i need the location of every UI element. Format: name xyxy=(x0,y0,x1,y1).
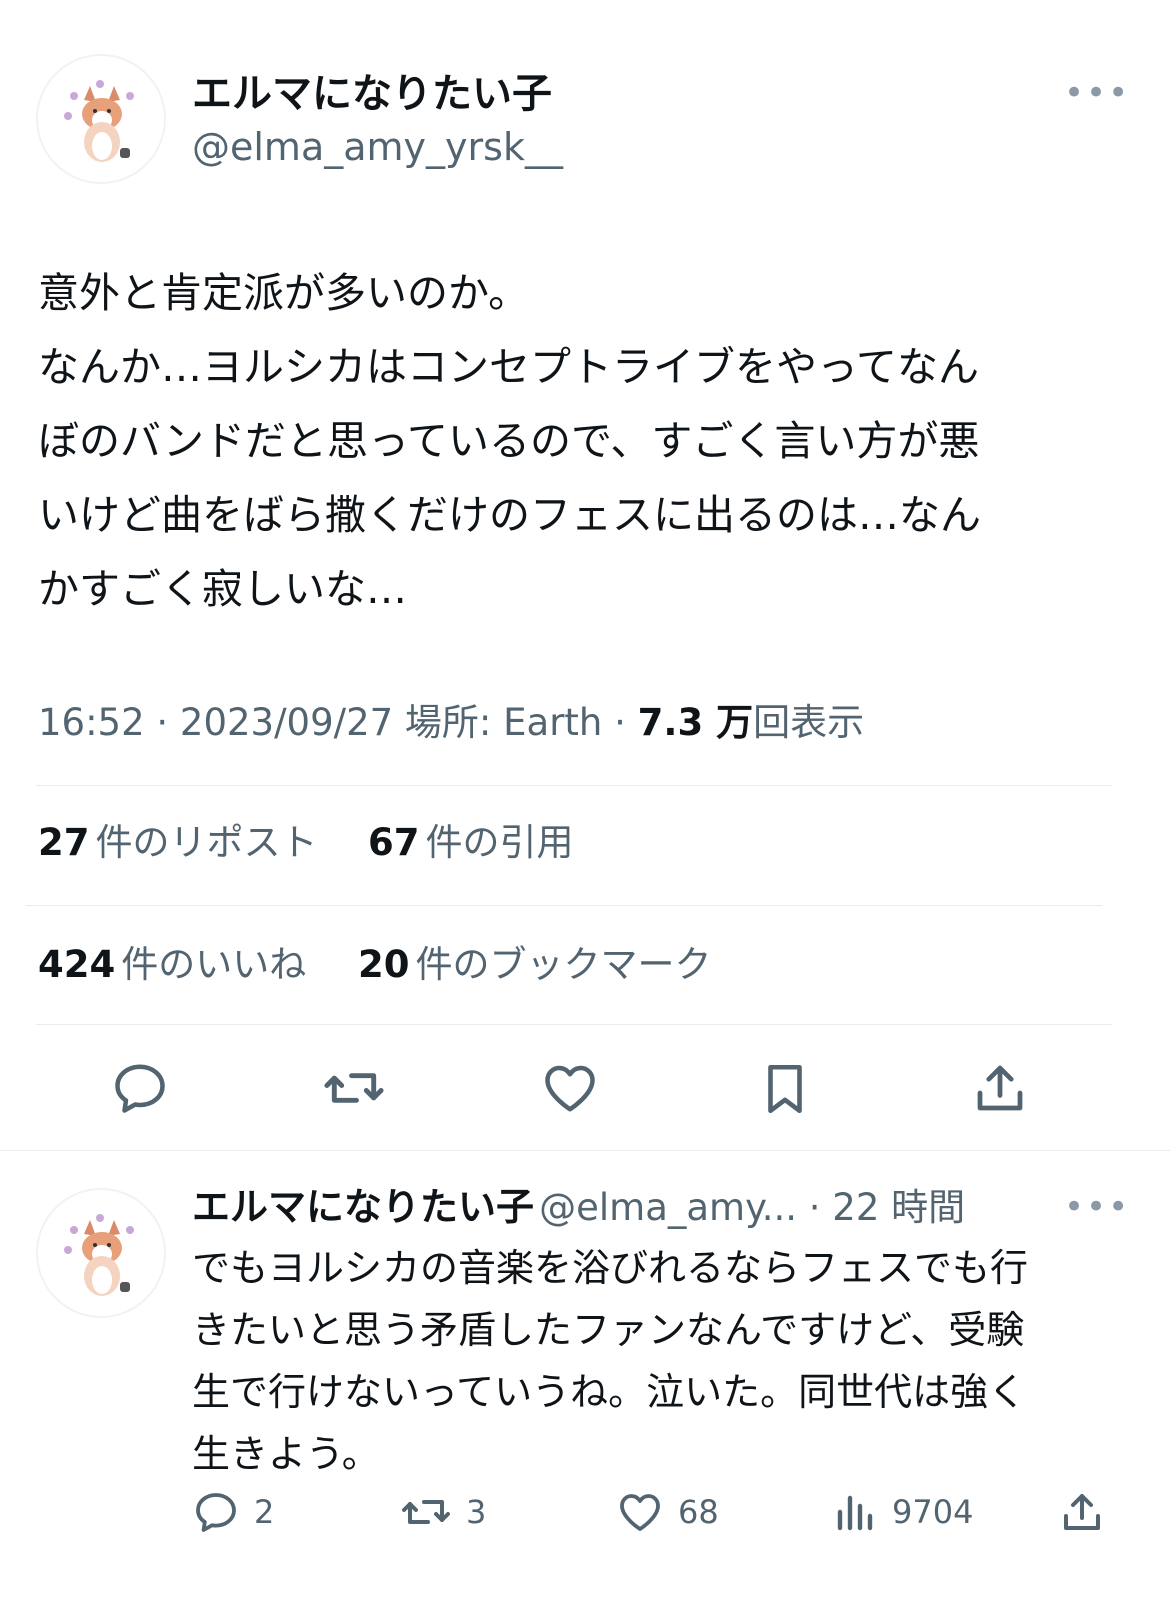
tweet-text-line: ぼのバンドだと思っているので、すごく言い方が悪 xyxy=(38,417,980,465)
reply-reply-count: 2 xyxy=(254,1493,275,1531)
reply-author-avatar[interactable] xyxy=(36,1188,166,1318)
like-button[interactable] xyxy=(540,1058,600,1122)
share-button[interactable] xyxy=(970,1058,1030,1122)
views-label: 回表示 xyxy=(753,701,865,744)
reply-time[interactable]: · 22 時間 xyxy=(797,1186,965,1229)
reply-icon xyxy=(196,1493,236,1532)
bookmark-icon xyxy=(768,1064,802,1114)
tweet-text-line: かすごく寂しいな… xyxy=(38,565,407,613)
reply-text-line: 生きよう。 xyxy=(192,1432,380,1476)
reply-more-icon[interactable]: ••• xyxy=(1064,1190,1130,1224)
tweet-meta: 16:52 · 2023/09/27 場所: Earth · 7.3 万回表示 xyxy=(38,700,864,746)
corgi-avatar-icon xyxy=(64,1214,134,1296)
reply-button[interactable] xyxy=(110,1058,170,1122)
likes-count: 424 xyxy=(38,943,116,986)
tweet-text-line: なんか…ヨルシカはコンセプトライブをやってなん xyxy=(38,343,979,391)
repost-icon xyxy=(402,1500,450,1524)
bookmark-button[interactable] xyxy=(756,1058,814,1124)
reply-like-button[interactable]: 68 xyxy=(616,1488,719,1536)
reply-author-name[interactable]: エルマになりたい子 xyxy=(192,1185,534,1229)
reply-header: エルマになりたい子 @elma_amy... · 22 時間 xyxy=(192,1184,965,1231)
reply-reply-button[interactable]: 2 xyxy=(192,1488,274,1536)
reply-views-button[interactable]: 9704 xyxy=(830,1488,973,1536)
divider xyxy=(26,905,1102,906)
analytics-icon xyxy=(837,1495,873,1531)
bookmarks-label: 件のブックマーク xyxy=(415,943,712,986)
bookmarks-count: 20 xyxy=(358,943,410,986)
reply-text-line: でもヨルシカの音楽を浴びれるならフェスでも行 xyxy=(192,1246,1029,1290)
reply-like-count: 68 xyxy=(678,1493,719,1531)
tweet-timestamp[interactable]: 16:52 · 2023/09/27 場所: Earth · xyxy=(38,701,638,744)
like-icon xyxy=(545,1065,595,1112)
tweet-text: 意外と肯定派が多いのか。 なんか…ヨルシカはコンセプトライブをやってなん ぼのバ… xyxy=(38,256,1138,626)
more-icon[interactable]: ••• xyxy=(1064,76,1130,110)
divider xyxy=(36,785,1112,786)
likes-stat[interactable]: 424 件のいいね xyxy=(38,942,306,988)
repost-icon xyxy=(324,1073,384,1103)
reposts-label: 件のリポスト xyxy=(95,821,318,864)
share-icon xyxy=(977,1065,1023,1111)
author-name[interactable]: エルマになりたい子 xyxy=(192,70,552,118)
repost-button[interactable] xyxy=(322,1058,386,1122)
quotes-stat[interactable]: 67 件の引用 xyxy=(368,820,574,866)
reposts-count: 27 xyxy=(38,821,90,864)
divider xyxy=(0,1150,1170,1151)
tweet-text-line: いけど曲をばら撒くだけのフェスに出るのは…なん xyxy=(38,491,981,539)
tweet-text-line: 意外と肯定派が多いのか。 xyxy=(38,269,530,317)
author-avatar[interactable] xyxy=(36,54,166,184)
reposts-stat[interactable]: 27 件のリポスト xyxy=(38,820,318,866)
share-icon xyxy=(1064,1494,1100,1530)
quotes-count: 67 xyxy=(368,821,420,864)
likes-label: 件のいいね xyxy=(121,943,307,986)
views-count: 7.3 万 xyxy=(637,701,754,744)
reply-icon xyxy=(115,1064,165,1113)
reply-repost-button[interactable]: 3 xyxy=(400,1488,486,1536)
reply-text-line: 生で行けないっていうね。泣いた。同世代は強く xyxy=(192,1370,1027,1414)
reply-share-button[interactable] xyxy=(1058,1488,1106,1536)
like-icon xyxy=(620,1494,660,1531)
reply-text-line: きたいと思う矛盾したファンなんですけど、受験 xyxy=(192,1308,1025,1352)
reply-view-count: 9704 xyxy=(892,1493,974,1531)
bookmarks-stat[interactable]: 20 件のブックマーク xyxy=(358,942,712,988)
quotes-label: 件の引用 xyxy=(425,821,574,864)
reply-author-handle[interactable]: @elma_amy... xyxy=(539,1186,797,1229)
corgi-avatar-icon xyxy=(64,80,134,162)
divider xyxy=(36,1024,1112,1025)
reply-text: でもヨルシカの音楽を浴びれるならフェスでも行 きたいと思う矛盾したファンなんです… xyxy=(192,1237,1142,1485)
reply-repost-count: 3 xyxy=(466,1493,487,1531)
author-handle[interactable]: @elma_amy_yrsk__ xyxy=(192,124,563,170)
